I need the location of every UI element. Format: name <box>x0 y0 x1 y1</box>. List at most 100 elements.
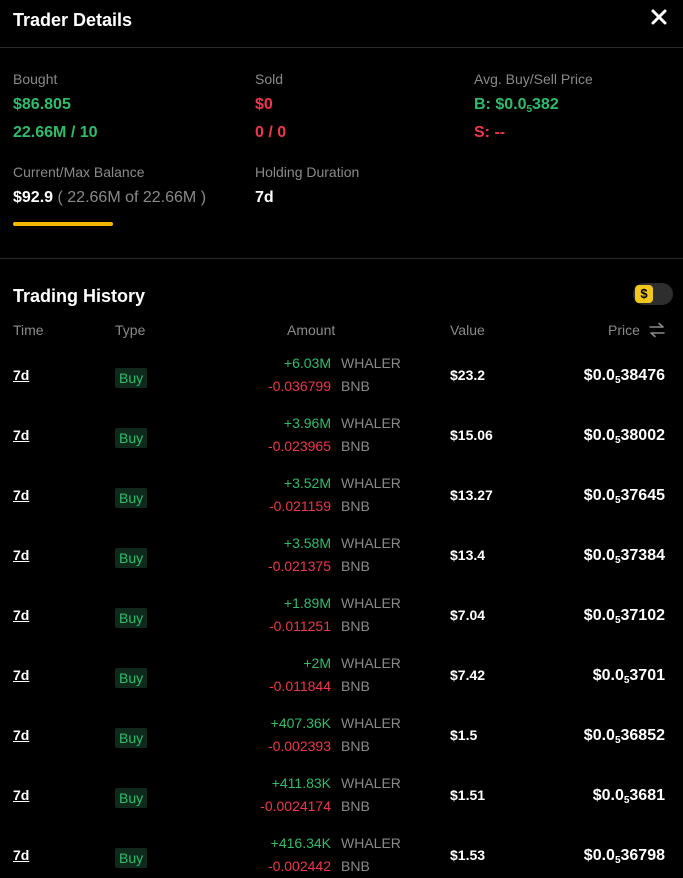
row-value: $1.51 <box>450 787 486 803</box>
sold-detail: 0 / 0 <box>255 124 287 141</box>
swap-arrows-icon[interactable] <box>648 322 666 338</box>
row-type-badge: Buy <box>115 368 148 388</box>
table-row: 7d Buy +407.36K WHALER -0.002393 BNB $1.5 $0.05… <box>0 714 683 774</box>
row-price: $0.053681 <box>592 787 665 806</box>
row-base-symbol: BNB <box>341 438 370 454</box>
row-value: $15.06 <box>450 427 493 443</box>
row-time-link[interactable]: 7d <box>13 487 29 503</box>
close-icon[interactable] <box>649 6 669 28</box>
row-value: $13.27 <box>450 487 493 503</box>
table-row: 7d Buy +3.96M WHALER -0.023965 BNB $15.06 $0.05… <box>0 414 683 474</box>
row-type-badge: Buy <box>115 608 148 628</box>
row-value: $7.42 <box>450 667 486 683</box>
sold-usd: $0 <box>255 96 273 113</box>
row-time-link[interactable]: 7d <box>13 667 29 683</box>
row-price: $0.0537102 <box>583 607 665 626</box>
row-token-symbol: WHALER <box>341 835 401 851</box>
row-amount-base: -0.011251 <box>268 618 331 634</box>
bought-label: Bought <box>13 71 58 87</box>
table-row: 7d Buy +3.52M WHALER -0.021159 BNB $13.27 $0.05… <box>0 474 683 534</box>
row-base-symbol: BNB <box>341 558 370 574</box>
row-amount-base: -0.0024174 <box>260 798 331 814</box>
row-amount-base: -0.023965 <box>267 438 331 454</box>
table-row: 7d Buy +6.03M WHALER -0.036799 BNB $23.2 $0.053… <box>0 354 683 414</box>
table-row: 7d Buy +416.34K WHALER -0.002442 BNB $1.53 $0.0… <box>0 834 683 878</box>
row-price: $0.0536798 <box>583 847 665 866</box>
row-price: $0.0536852 <box>583 727 665 746</box>
row-value: $7.04 <box>450 607 486 623</box>
table-row: 7d Buy +3.58M WHALER -0.021375 BNB $13.4 $0.053… <box>0 534 683 594</box>
table-row: 7d Buy +411.83K WHALER -0.0024174 BNB $1.51 $0.… <box>0 774 683 834</box>
row-amount-token: +3.52M <box>283 475 331 491</box>
row-amount-base: -0.021159 <box>268 498 331 514</box>
row-amount-token: +6.03M <box>283 355 331 371</box>
row-amount-token: +411.83K <box>271 775 331 791</box>
row-time-link[interactable]: 7d <box>13 607 29 623</box>
sold-label: Sold <box>255 71 284 87</box>
avg-sell-price: S: -- <box>474 124 506 141</box>
section-divider <box>0 258 683 259</box>
row-time-link[interactable]: 7d <box>13 847 29 863</box>
row-base-symbol: BNB <box>341 798 370 814</box>
avg-buy-price: B: $0.05382 <box>474 96 559 115</box>
row-base-symbol: BNB <box>341 738 370 754</box>
row-price: $0.0537645 <box>583 487 665 506</box>
row-price: $0.053701 <box>592 667 665 686</box>
row-token-symbol: WHALER <box>341 415 401 431</box>
row-token-symbol: WHALER <box>341 355 401 371</box>
row-type-badge: Buy <box>115 428 148 448</box>
col-header-type: Type <box>115 322 146 338</box>
row-time-link[interactable]: 7d <box>13 427 29 443</box>
row-token-symbol: WHALER <box>341 655 401 671</box>
row-price: $0.0537384 <box>583 547 665 566</box>
row-type-badge: Buy <box>115 488 148 508</box>
row-type-badge: Buy <box>115 548 148 568</box>
holding-duration-value: 7d <box>255 189 274 206</box>
row-base-symbol: BNB <box>341 618 370 634</box>
dollar-icon: $ <box>635 285 653 303</box>
balance-progress-bar <box>13 222 113 226</box>
row-token-symbol: WHALER <box>341 775 401 791</box>
row-type-badge: Buy <box>115 848 148 868</box>
row-base-symbol: BNB <box>341 498 370 514</box>
row-type-badge: Buy <box>115 728 148 748</box>
row-value: $23.2 <box>450 367 486 383</box>
balance-value: $92.9 ( 22.66M of 22.66M ) <box>13 189 207 206</box>
table-row: 7d Buy +1.89M WHALER -0.011251 BNB $7.04 $0.053… <box>0 594 683 654</box>
row-time-link[interactable]: 7d <box>13 787 29 803</box>
row-amount-base: -0.011844 <box>268 678 331 694</box>
row-base-symbol: BNB <box>341 678 370 694</box>
table-row: 7d Buy +2M WHALER -0.011844 BNB $7.42 $0.053701 <box>0 654 683 714</box>
col-header-price: Price <box>608 322 640 338</box>
row-amount-base: -0.021375 <box>267 558 331 574</box>
row-value: $1.53 <box>450 847 486 863</box>
row-amount-token: +3.96M <box>283 415 331 431</box>
row-value: $13.4 <box>450 547 486 563</box>
row-amount-token: +2M <box>303 655 331 671</box>
holding-duration-label: Holding Duration <box>255 164 360 180</box>
row-type-badge: Buy <box>115 788 148 808</box>
bought-usd: $86.805 <box>13 96 71 113</box>
avg-price-label: Avg. Buy/Sell Price <box>474 71 593 87</box>
row-token-symbol: WHALER <box>341 535 401 551</box>
dialog-title: Trader Details <box>13 10 133 30</box>
currency-toggle[interactable]: $ <box>633 283 673 305</box>
row-time-link[interactable]: 7d <box>13 727 29 743</box>
col-header-time: Time <box>13 322 44 338</box>
row-price: $0.0538476 <box>583 367 665 386</box>
row-amount-token: +416.34K <box>270 835 331 851</box>
bought-detail: 22.66M / 10 <box>13 124 98 141</box>
row-time-link[interactable]: 7d <box>13 367 29 383</box>
row-time-link[interactable]: 7d <box>13 547 29 563</box>
row-amount-base: -0.036799 <box>267 378 331 394</box>
row-price: $0.0538002 <box>583 427 665 446</box>
col-header-value: Value <box>450 322 485 338</box>
row-base-symbol: BNB <box>341 378 370 394</box>
col-header-amount: Amount <box>287 322 336 338</box>
row-amount-base: -0.002393 <box>267 738 331 754</box>
header: Trader Details <box>0 0 683 48</box>
row-token-symbol: WHALER <box>341 595 401 611</box>
row-amount-token: +407.36K <box>270 715 331 731</box>
row-type-badge: Buy <box>115 668 148 688</box>
row-value: $1.5 <box>450 727 478 743</box>
